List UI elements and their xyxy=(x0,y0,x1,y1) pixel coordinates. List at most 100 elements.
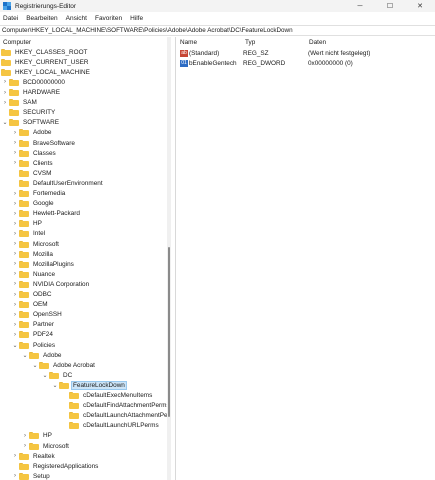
chevron-right-icon[interactable]: › xyxy=(22,441,28,451)
tree-scrollbar-thumb[interactable] xyxy=(168,247,170,417)
tree-node[interactable]: › SAM xyxy=(2,98,38,108)
tree-node[interactable]: › Setup xyxy=(12,471,51,480)
value-row[interactable]: 01 bEnableGentech REG_DWORD 0x00000000 (… xyxy=(176,58,435,68)
tree-node[interactable]: › Microsoft xyxy=(12,239,60,249)
menu-datei[interactable]: Datei xyxy=(3,15,18,22)
tree-node[interactable]: › Intel xyxy=(12,229,46,239)
folder-icon xyxy=(19,331,29,339)
column-header-type[interactable]: Typ xyxy=(245,37,255,48)
tree-node[interactable]: Computer xyxy=(1,37,32,47)
tree-node[interactable]: › BCD00000000 xyxy=(2,77,66,87)
tree-node[interactable]: › NVIDIA Corporation xyxy=(12,279,90,289)
chevron-down-icon[interactable]: ⌄ xyxy=(32,360,38,370)
close-button[interactable]: ✕ xyxy=(405,0,435,12)
chevron-right-icon[interactable]: › xyxy=(2,77,8,87)
chevron-right-icon[interactable]: › xyxy=(12,239,18,249)
tree-node[interactable]: › HP xyxy=(12,219,43,229)
folder-icon xyxy=(19,321,29,329)
chevron-right-icon[interactable]: › xyxy=(12,290,18,300)
tree-node[interactable]: HKEY_CLASSES_ROOT xyxy=(1,47,88,57)
chevron-right-icon[interactable]: › xyxy=(12,158,18,168)
tree-node[interactable]: › BraveSoftware xyxy=(12,138,76,148)
tree-node[interactable]: cDefaultLaunchURLPerms xyxy=(62,421,160,431)
tree-node[interactable]: SECURITY xyxy=(2,108,56,118)
tree-node[interactable]: ⌄ Policies xyxy=(12,340,56,350)
chevron-right-icon[interactable]: › xyxy=(2,98,8,108)
folder-icon xyxy=(19,220,29,228)
folder-icon xyxy=(19,260,29,268)
menu-bar: Datei Bearbeiten Ansicht Favoriten Hilfe xyxy=(0,13,435,24)
chevron-down-icon[interactable]: ⌄ xyxy=(42,370,48,380)
tree-node[interactable]: › HARDWARE xyxy=(2,88,61,98)
chevron-down-icon[interactable]: ⌄ xyxy=(2,118,8,128)
chevron-right-icon[interactable]: › xyxy=(12,451,18,461)
chevron-right-icon[interactable]: › xyxy=(12,279,18,289)
folder-icon xyxy=(49,371,59,379)
chevron-down-icon[interactable]: ⌄ xyxy=(52,380,58,390)
chevron-right-icon[interactable]: › xyxy=(12,259,18,269)
chevron-right-icon[interactable]: › xyxy=(12,269,18,279)
tree-node[interactable]: › Hewlett-Packard xyxy=(12,209,81,219)
tree-node[interactable]: RegisteredApplications xyxy=(12,461,99,471)
tree-scrollbar[interactable] xyxy=(167,37,171,480)
tree-node[interactable]: ⌄ DC xyxy=(42,370,73,380)
menu-ansicht[interactable]: Ansicht xyxy=(66,15,87,22)
tree-node[interactable]: › Google xyxy=(12,199,55,209)
tree-node[interactable]: ⌄ FeatureLockDown xyxy=(52,380,127,390)
menu-bearbeiten[interactable]: Bearbeiten xyxy=(26,15,57,22)
chevron-right-icon[interactable]: › xyxy=(12,471,18,480)
tree-node[interactable]: ⌄ SOFTWARE xyxy=(2,118,60,128)
chevron-right-icon[interactable]: › xyxy=(12,300,18,310)
minimize-button[interactable]: ─ xyxy=(345,0,375,12)
tree-node[interactable]: cDefaultFindAttachmentPerms xyxy=(62,401,170,411)
value-row[interactable]: ab (Standard) REG_SZ (Wert nicht festgel… xyxy=(176,48,435,58)
folder-icon xyxy=(19,311,29,319)
chevron-right-icon[interactable]: › xyxy=(12,219,18,229)
chevron-right-icon[interactable]: › xyxy=(12,209,18,219)
chevron-right-icon[interactable]: › xyxy=(2,88,8,98)
tree-node[interactable]: › PDF24 xyxy=(12,330,54,340)
menu-hilfe[interactable]: Hilfe xyxy=(130,15,143,22)
tree-node[interactable]: › Adobe xyxy=(12,128,52,138)
chevron-right-icon[interactable]: › xyxy=(12,128,18,138)
tree-node[interactable]: › Nuance xyxy=(12,269,56,279)
chevron-right-icon[interactable]: › xyxy=(22,431,28,441)
tree-node[interactable]: › Clients xyxy=(12,158,54,168)
chevron-down-icon[interactable]: ⌄ xyxy=(12,340,18,350)
tree-node[interactable]: › Mozilla xyxy=(12,249,54,259)
address-bar[interactable]: Computer\HKEY_LOCAL_MACHINE\SOFTWARE\Pol… xyxy=(0,25,435,36)
tree-node[interactable]: › Realtek xyxy=(12,451,56,461)
tree-node[interactable]: cDefaultExecMenuItems xyxy=(62,391,153,401)
menu-favoriten[interactable]: Favoriten xyxy=(95,15,122,22)
chevron-right-icon[interactable]: › xyxy=(12,189,18,199)
tree-node[interactable]: › Partner xyxy=(12,320,55,330)
tree-node[interactable]: DefaultUserEnvironment xyxy=(12,178,104,188)
maximize-button[interactable]: ☐ xyxy=(375,0,405,12)
chevron-right-icon[interactable]: › xyxy=(12,138,18,148)
tree-node[interactable]: › OEM xyxy=(12,300,49,310)
registry-tree[interactable]: Computer HKEY_CLASSES_ROOT HKEY_CURRENT_US… xyxy=(0,37,170,480)
tree-node[interactable]: ⌄ Adobe Acrobat xyxy=(32,360,96,370)
chevron-right-icon[interactable]: › xyxy=(12,320,18,330)
tree-node[interactable]: › HP xyxy=(22,431,53,441)
chevron-right-icon[interactable]: › xyxy=(12,148,18,158)
chevron-right-icon[interactable]: › xyxy=(12,310,18,320)
tree-node[interactable]: › OpenSSH xyxy=(12,310,63,320)
column-header-name[interactable]: Name xyxy=(180,37,197,48)
chevron-right-icon[interactable]: › xyxy=(12,199,18,209)
tree-node[interactable]: › Fortemedia xyxy=(12,189,66,199)
tree-node[interactable]: ⌄ Adobe xyxy=(22,350,62,360)
tree-node[interactable]: › Classes xyxy=(12,148,57,158)
chevron-right-icon[interactable]: › xyxy=(12,330,18,340)
tree-node[interactable]: HKEY_LOCAL_MACHINE xyxy=(1,67,91,77)
tree-node[interactable]: cDefaultLaunchAttachmentPerms xyxy=(62,411,170,421)
tree-node[interactable]: CVSM xyxy=(12,168,52,178)
column-header-data[interactable]: Daten xyxy=(309,37,326,48)
tree-node[interactable]: › ODBC xyxy=(12,290,52,300)
chevron-right-icon[interactable]: › xyxy=(12,229,18,239)
chevron-down-icon[interactable]: ⌄ xyxy=(22,350,28,360)
tree-node[interactable]: › MozillaPlugins xyxy=(12,259,75,269)
tree-node[interactable]: › Microsoft xyxy=(22,441,70,451)
tree-node[interactable]: HKEY_CURRENT_USER xyxy=(1,57,90,67)
chevron-right-icon[interactable]: › xyxy=(12,249,18,259)
